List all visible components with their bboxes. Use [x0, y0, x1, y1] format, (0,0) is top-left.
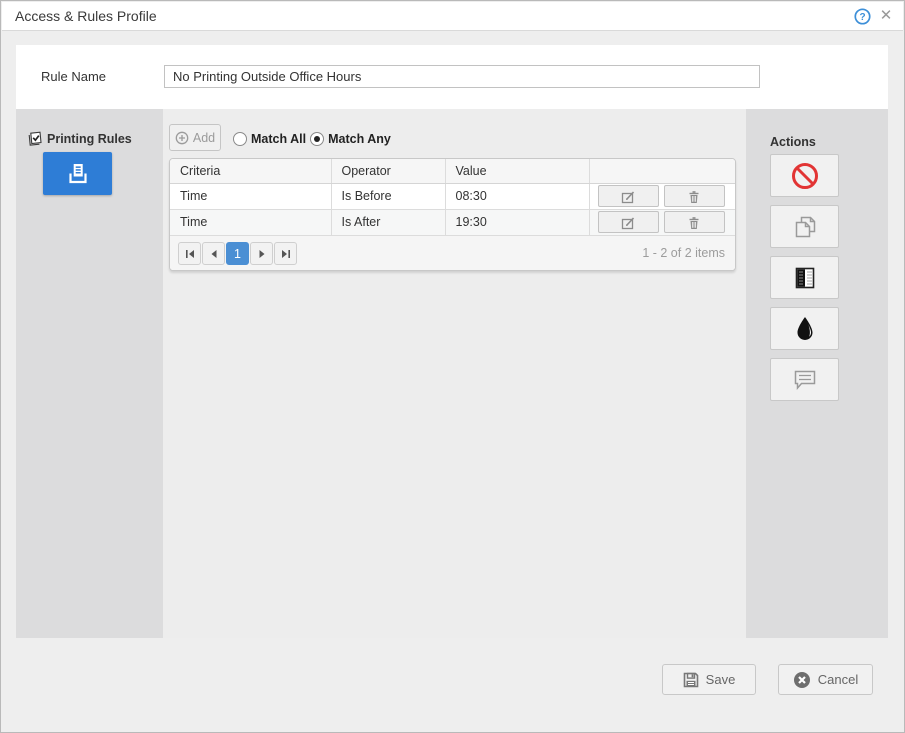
- save-button[interactable]: Save: [662, 664, 756, 695]
- next-page-button[interactable]: [250, 242, 273, 265]
- first-page-button[interactable]: [178, 242, 201, 265]
- match-all-label: Match All: [251, 131, 307, 146]
- match-mode-radios: Match All Match Any: [233, 131, 391, 146]
- prev-page-icon: [211, 249, 216, 258]
- grid-pager: 1 1 - 2 of 2 items: [170, 235, 735, 270]
- ink-drop-button[interactable]: [770, 307, 839, 350]
- actions-panel: Actions: [746, 109, 888, 638]
- svg-text:?: ?: [859, 12, 865, 23]
- col-value: Value: [445, 159, 590, 184]
- match-any-radio[interactable]: [310, 131, 325, 146]
- edit-icon: [621, 217, 634, 230]
- actions-title: Actions: [770, 135, 816, 149]
- edit-icon: [621, 191, 634, 203]
- cancel-button[interactable]: Cancel: [778, 664, 873, 695]
- add-label: Add: [192, 130, 216, 145]
- trash-icon: [689, 190, 699, 203]
- grid-row: Time Is Before 08:30: [170, 183, 735, 209]
- pager-summary: 1 - 2 of 2 items: [642, 246, 725, 260]
- cell-operator: Is Before: [331, 183, 446, 209]
- rules-grid: Criteria Operator Value Time Is Before 0…: [169, 158, 736, 271]
- grid-row: Time Is After 19:30: [170, 208, 735, 235]
- main-panel: Add Match All Match Any Criteria Operato…: [163, 109, 746, 638]
- printing-rules-label: Printing Rules: [47, 132, 132, 146]
- first-page-icon: [185, 249, 194, 258]
- save-label: Save: [705, 672, 736, 687]
- cell-actions: [589, 208, 735, 235]
- match-any-label: Match Any: [328, 131, 391, 146]
- prohibition-icon: [791, 162, 818, 189]
- match-all-radio[interactable]: [233, 131, 247, 146]
- prev-page-button[interactable]: [202, 242, 225, 265]
- delete-row-button[interactable]: [663, 185, 725, 207]
- comment-icon: [794, 370, 815, 390]
- rule-name-label: Rule Name: [41, 69, 107, 84]
- rule-name-input[interactable]: [164, 65, 760, 88]
- help-icon[interactable]: ?: [854, 8, 871, 25]
- add-icon: [175, 131, 189, 144]
- ink-drop-icon: [797, 316, 812, 340]
- trash-icon: [689, 217, 699, 229]
- next-page-icon: [259, 249, 264, 258]
- cancel-label: Cancel: [817, 672, 859, 687]
- col-criteria: Criteria: [170, 159, 332, 184]
- left-sidebar: Printing Rules: [16, 109, 163, 638]
- cell-criteria: Time: [170, 208, 332, 235]
- delete-row-button[interactable]: [663, 211, 725, 234]
- edit-row-button[interactable]: [597, 185, 659, 207]
- col-operator: Operator: [331, 159, 446, 184]
- cell-criteria: Time: [170, 183, 332, 209]
- printing-rules-button[interactable]: [43, 152, 112, 195]
- grayscale-document-icon: [795, 267, 814, 288]
- close-icon[interactable]: ✕: [878, 7, 894, 25]
- title-bar: Access & Rules Profile ? ✕: [2, 2, 903, 31]
- last-page-icon: [281, 249, 290, 258]
- grayscale-document-button[interactable]: [770, 256, 839, 299]
- last-page-button[interactable]: [274, 242, 297, 265]
- cell-value: 19:30: [445, 208, 590, 235]
- cell-value: 08:30: [445, 183, 590, 209]
- cancel-icon: [793, 671, 810, 688]
- save-icon: [683, 672, 698, 687]
- cell-operator: Is After: [331, 208, 446, 235]
- printing-rules-header: Printing Rules: [27, 131, 132, 147]
- col-actions: [589, 159, 735, 184]
- dialog-title: Access & Rules Profile: [15, 8, 157, 24]
- copy-pages-button[interactable]: [770, 205, 839, 248]
- add-button[interactable]: Add: [169, 124, 221, 151]
- page-number-button[interactable]: 1: [226, 242, 249, 265]
- dialog-window: Access & Rules Profile ? ✕ Rule Name Pri…: [0, 0, 905, 733]
- deny-printing-button[interactable]: [770, 154, 839, 197]
- rule-name-panel: Rule Name: [16, 45, 888, 109]
- edit-row-button[interactable]: [597, 211, 659, 234]
- comment-button[interactable]: [770, 358, 839, 401]
- copy-pages-icon: [795, 216, 815, 237]
- cell-actions: [589, 183, 735, 209]
- checked-pages-icon: [28, 131, 42, 146]
- printer-icon: [68, 163, 87, 183]
- grid-header-row: Criteria Operator Value: [170, 159, 735, 184]
